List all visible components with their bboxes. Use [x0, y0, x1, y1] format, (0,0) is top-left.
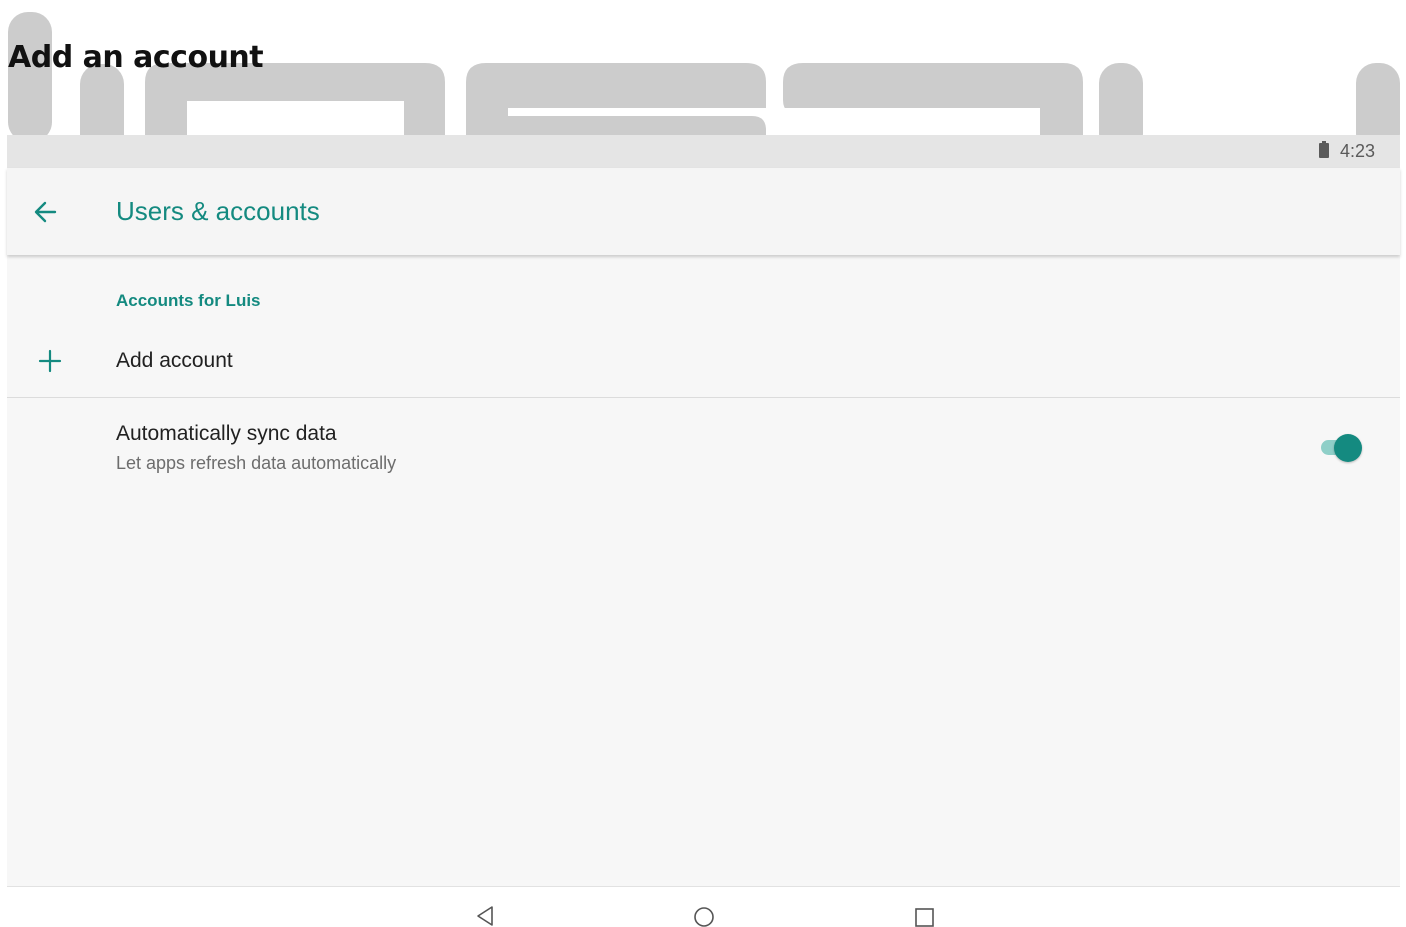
auto-sync-subtitle: Let apps refresh data automatically — [116, 453, 397, 473]
back-triangle-icon[interactable] — [473, 905, 497, 927]
auto-sync-title: Automatically sync data — [116, 422, 337, 445]
document-title: Add an account — [8, 40, 264, 75]
auto-sync-toggle[interactable] — [1319, 432, 1365, 462]
add-account-label: Add account — [116, 349, 233, 372]
settings-content: Accounts for Luis Add account Automatica… — [7, 255, 1400, 886]
plus-icon — [38, 349, 62, 373]
battery-full-icon — [1319, 141, 1329, 158]
auto-sync-row[interactable]: Automatically sync data Let apps refresh… — [7, 398, 1400, 493]
arrow-back-icon — [34, 201, 57, 223]
home-circle-icon[interactable] — [692, 905, 716, 927]
back-button[interactable] — [27, 194, 63, 230]
status-bar: 4:23 — [7, 135, 1400, 168]
navigation-bar — [7, 886, 1400, 927]
page-title: Users & accounts — [116, 196, 320, 226]
add-account-row[interactable]: Add account — [7, 328, 1400, 397]
recents-square-icon[interactable] — [913, 905, 937, 927]
app-bar: Users & accounts — [7, 168, 1400, 255]
status-time: 4:23 — [1340, 141, 1376, 161]
accounts-section-header: Accounts for Luis — [116, 291, 261, 310]
toggle-thumb — [1334, 434, 1362, 462]
